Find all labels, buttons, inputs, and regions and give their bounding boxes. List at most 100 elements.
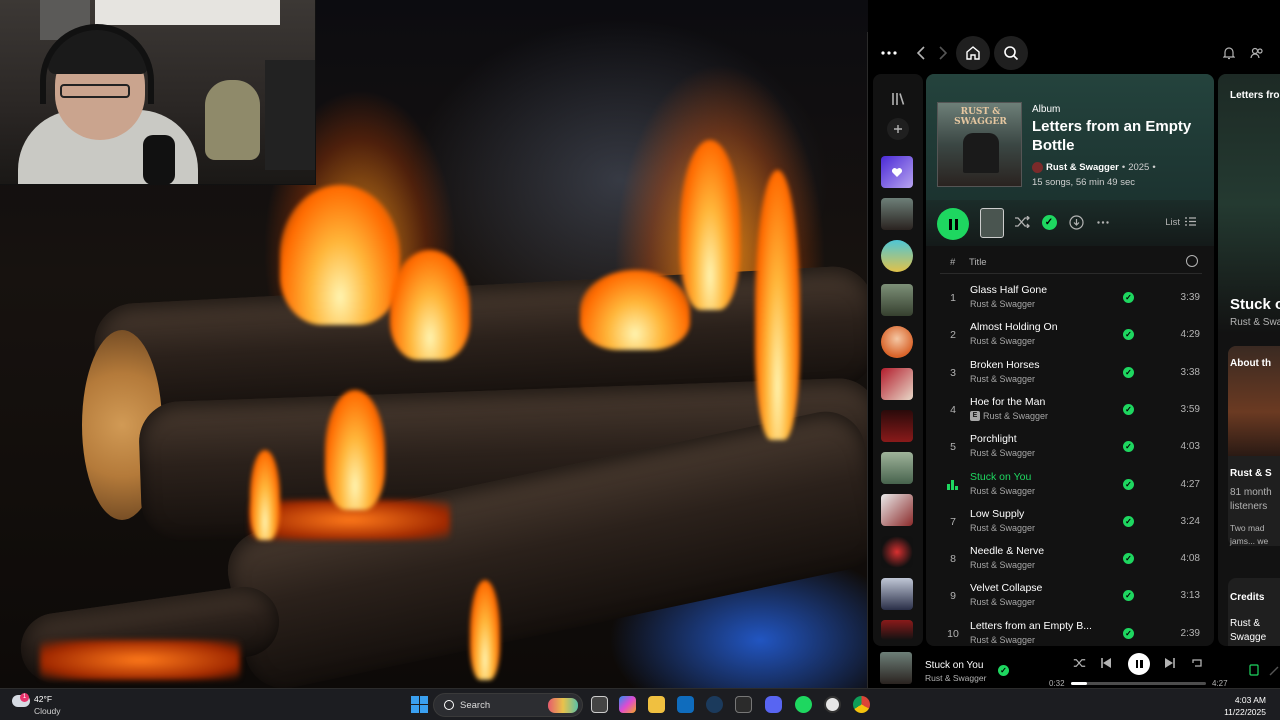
task-view-icon[interactable] [591, 696, 608, 713]
track-title[interactable]: Broken Horses [970, 359, 1120, 371]
track-artist-link[interactable]: Rust & Swagger [970, 597, 1035, 607]
shuffle-icon[interactable] [1012, 212, 1032, 232]
more-options-icon[interactable] [1093, 212, 1113, 232]
now-playing-artist[interactable]: Rust & Swagger [925, 673, 986, 683]
track-title[interactable]: Velvet Collapse [970, 582, 1120, 594]
track-title[interactable]: Hoe for the Man [970, 396, 1120, 408]
panel-song-artist[interactable]: Rust & Swa [1230, 317, 1280, 328]
track-row[interactable]: 5 Porchlight Rust & Swagger ✓ 4:03 [940, 429, 1202, 465]
windows-start-icon[interactable] [411, 696, 428, 713]
playlist-thumb[interactable] [881, 326, 913, 358]
shuffle-icon[interactable] [1071, 656, 1087, 671]
track-artist-link[interactable]: Rust & Swagger [970, 299, 1035, 309]
header-title[interactable]: Title [969, 257, 987, 268]
bell-icon[interactable] [1222, 45, 1236, 61]
search-icon[interactable] [994, 36, 1028, 70]
track-row[interactable]: 2 Almost Holding On Rust & Swagger ✓ 4:29 [940, 317, 1202, 353]
file-explorer-icon[interactable] [648, 696, 665, 713]
library-icon[interactable] [889, 90, 907, 108]
friends-icon[interactable] [1249, 45, 1265, 61]
playlist-thumb[interactable] [881, 240, 913, 272]
clock-time[interactable]: 4:03 AM [1235, 695, 1266, 705]
chevron-right-icon[interactable] [936, 44, 950, 62]
pause-button[interactable] [1128, 653, 1150, 675]
track-artist-link[interactable]: Rust & Swagger [970, 560, 1035, 570]
clock-date[interactable]: 11/22/2025 [1224, 707, 1266, 717]
saved-check-icon[interactable]: ✓ [1039, 212, 1059, 232]
view-mode-label[interactable]: List [1165, 217, 1180, 228]
track-row[interactable]: 4 Hoe for the Man E Rust & Swagger ✓ 3:59 [940, 392, 1202, 428]
saved-check-icon[interactable]: ✓ [1123, 441, 1134, 452]
track-artist-link[interactable]: Rust & Swagger [970, 523, 1035, 533]
track-title[interactable]: Porchlight [970, 433, 1120, 445]
album-artist-link[interactable]: Rust & Swagger [1046, 162, 1119, 173]
playlist-thumb[interactable] [881, 620, 913, 640]
device-icon[interactable] [1246, 664, 1262, 679]
terminal-icon[interactable] [735, 696, 752, 713]
saved-check-icon[interactable]: ✓ [1123, 479, 1134, 490]
add-playlist-icon[interactable] [887, 118, 909, 140]
playlist-thumb[interactable] [881, 536, 913, 568]
saved-check-icon[interactable]: ✓ [1123, 329, 1134, 340]
track-title[interactable]: Low Supply [970, 508, 1120, 520]
track-artist-link[interactable]: Rust & Swagger [983, 411, 1048, 421]
weather-temperature[interactable]: 42°F [34, 694, 52, 704]
spotify-icon[interactable] [795, 696, 812, 713]
track-row[interactable]: 3 Broken Horses Rust & Swagger ✓ 3:38 [940, 355, 1202, 391]
playlist-thumb[interactable] [881, 452, 913, 484]
track-title[interactable]: Needle & Nerve [970, 545, 1120, 557]
discord-icon[interactable] [765, 696, 782, 713]
chevron-left-icon[interactable] [914, 44, 928, 62]
outlook-icon[interactable] [677, 696, 694, 713]
list-view-icon[interactable] [1185, 215, 1196, 229]
previous-icon[interactable] [1098, 656, 1114, 671]
next-icon[interactable] [1162, 656, 1178, 671]
saved-check-icon[interactable]: ✓ [1123, 404, 1134, 415]
playlist-thumb[interactable] [881, 410, 913, 442]
panel-song-title[interactable]: Stuck o [1230, 296, 1280, 313]
track-artist-link[interactable]: Rust & Swagger [970, 374, 1035, 384]
saved-check-icon[interactable]: ✓ [1123, 628, 1134, 639]
copilot-icon[interactable] [619, 696, 636, 713]
track-artist-link[interactable]: Rust & Swagger [970, 635, 1035, 645]
obs-icon[interactable] [824, 696, 841, 713]
chrome-icon[interactable] [853, 696, 870, 713]
track-title[interactable]: Stuck on You [970, 471, 1120, 483]
track-title[interactable]: Letters from an Empty B... [970, 620, 1120, 632]
playlist-thumb[interactable] [881, 198, 913, 230]
now-playing-title[interactable]: Stuck on You [925, 660, 983, 671]
mini-album-cover[interactable] [980, 208, 1004, 238]
playlist-thumb[interactable] [881, 494, 913, 526]
album-cover[interactable]: RUST & SWAGGER [937, 102, 1022, 187]
track-row[interactable]: 10 Letters from an Empty B... Rust & Swagg… [940, 616, 1202, 646]
track-row[interactable]: Stuck on You Rust & Swagger ✓ 4:27 [940, 467, 1202, 503]
saved-check-icon[interactable]: ✓ [1123, 516, 1134, 527]
track-row[interactable]: 8 Needle & Nerve Rust & Swagger ✓ 4:08 [940, 541, 1202, 577]
track-row[interactable]: 1 Glass Half Gone Rust & Swagger ✓ 3:39 [940, 280, 1202, 316]
saved-check-icon[interactable]: ✓ [998, 665, 1009, 676]
now-playing-cover[interactable] [880, 652, 912, 684]
playlist-thumb[interactable] [881, 368, 913, 400]
taskbar-search[interactable]: Search [433, 693, 583, 717]
download-icon[interactable] [1066, 212, 1086, 232]
track-title[interactable]: Almost Holding On [970, 321, 1120, 333]
lyrics-icon[interactable] [1266, 664, 1280, 679]
weather-condition[interactable]: Cloudy [34, 706, 60, 716]
home-icon[interactable] [956, 36, 990, 70]
credits-name[interactable]: Rust & [1230, 618, 1260, 629]
steam-icon[interactable] [706, 696, 723, 713]
saved-check-icon[interactable]: ✓ [1123, 590, 1134, 601]
liked-songs-icon[interactable] [881, 156, 913, 188]
pause-button[interactable] [937, 208, 969, 240]
saved-check-icon[interactable]: ✓ [1123, 292, 1134, 303]
about-artist[interactable]: Rust & S [1230, 468, 1272, 479]
playlist-thumb[interactable] [881, 578, 913, 610]
more-horizontal-icon[interactable] [880, 44, 898, 62]
playlist-thumb[interactable] [881, 284, 913, 316]
track-title[interactable]: Glass Half Gone [970, 284, 1120, 296]
track-row[interactable]: 9 Velvet Collapse Rust & Swagger ✓ 3:13 [940, 578, 1202, 614]
saved-check-icon[interactable]: ✓ [1123, 367, 1134, 378]
repeat-icon[interactable] [1189, 656, 1205, 671]
credits-name-2[interactable]: Swagge [1230, 632, 1266, 643]
progress-bar[interactable] [1071, 682, 1206, 685]
